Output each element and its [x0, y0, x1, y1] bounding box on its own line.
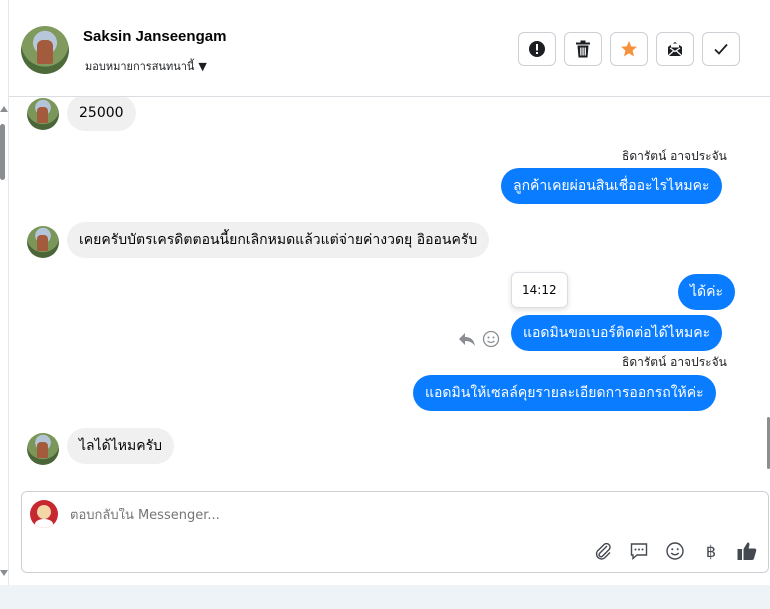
composer-tools: ฿ [592, 540, 758, 562]
message-bubble-incoming[interactable]: 25000 [67, 97, 136, 131]
like-icon[interactable] [736, 540, 758, 562]
assign-label: มอบหมายการสนทนานี้ [85, 60, 195, 73]
sender-name: ธิดารัตน์ อาจประจัน [622, 355, 727, 369]
caret-down-icon: ▼ [198, 59, 207, 73]
star-button[interactable] [610, 32, 648, 66]
reply-icon[interactable] [458, 331, 476, 347]
message-bubble-outgoing[interactable]: ลูกค้าเคยผ่อนสินเชื่ออะไรไหมคะ [501, 168, 722, 204]
assign-conversation-dropdown[interactable]: มอบหมายการสนทนานี้ ▼ [85, 57, 207, 75]
message-bubble-outgoing[interactable]: แอดมินให้เซลล์คุยรายละเอียดการออกรถให้ค่… [413, 375, 716, 411]
mark-spam-button[interactable] [518, 32, 556, 66]
reply-composer: ฿ [21, 491, 769, 573]
contact-name[interactable]: Saksin Janseengam [83, 28, 226, 45]
left-scrollbar[interactable] [0, 96, 8, 586]
message-bubble-outgoing[interactable]: ได้ค่ะ [678, 274, 736, 310]
checkmark-icon [714, 43, 728, 55]
conversation-panel: Saksin Janseengam มอบหมายการสนทนานี้ ▼ 2… [8, 0, 770, 585]
message-list[interactable]: 25000 ธิดารัตน์ อาจประจัน ลูกค้าเคยผ่อนส… [9, 97, 770, 487]
attachment-icon[interactable] [592, 540, 614, 562]
contact-avatar-small [27, 433, 59, 465]
message-bubble-incoming[interactable]: เคยครับบัตรเครดิตตอนนี้ยกเลิกหมดแล้วแต่จ… [67, 222, 490, 258]
emoji-react-icon[interactable] [482, 330, 500, 348]
conversation-header: Saksin Janseengam มอบหมายการสนทนานี้ ▼ [9, 0, 770, 97]
sender-name: ธิดารัตน์ อาจประจัน [622, 149, 727, 163]
scroll-thumb[interactable] [0, 124, 5, 180]
emoji-icon[interactable] [664, 540, 686, 562]
message-bubble-outgoing[interactable]: แอดมินขอเบอร์ติดต่อได้ไหมคะ [511, 315, 723, 351]
bottom-background [0, 585, 770, 609]
contact-avatar-small [27, 226, 59, 258]
timestamp-tooltip: 14:12 [511, 272, 568, 308]
header-actions [518, 32, 740, 66]
message-bubble-incoming[interactable]: ไลได้ไหมครับ [67, 428, 175, 464]
alert-icon [529, 41, 545, 57]
mark-unread-button[interactable] [656, 32, 694, 66]
done-button[interactable] [702, 32, 740, 66]
saved-reply-icon[interactable] [628, 540, 650, 562]
contact-avatar-small [27, 98, 59, 130]
scroll-down-arrow[interactable] [0, 570, 8, 576]
reply-input[interactable] [70, 508, 670, 523]
star-icon [621, 41, 637, 57]
envelope-icon [667, 42, 683, 57]
baht-icon[interactable]: ฿ [700, 540, 722, 562]
trash-icon [576, 40, 590, 58]
page-avatar [30, 500, 58, 528]
scroll-up-arrow[interactable] [0, 106, 8, 112]
contact-avatar[interactable] [21, 26, 69, 74]
message-actions [458, 330, 500, 348]
delete-button[interactable] [564, 32, 602, 66]
